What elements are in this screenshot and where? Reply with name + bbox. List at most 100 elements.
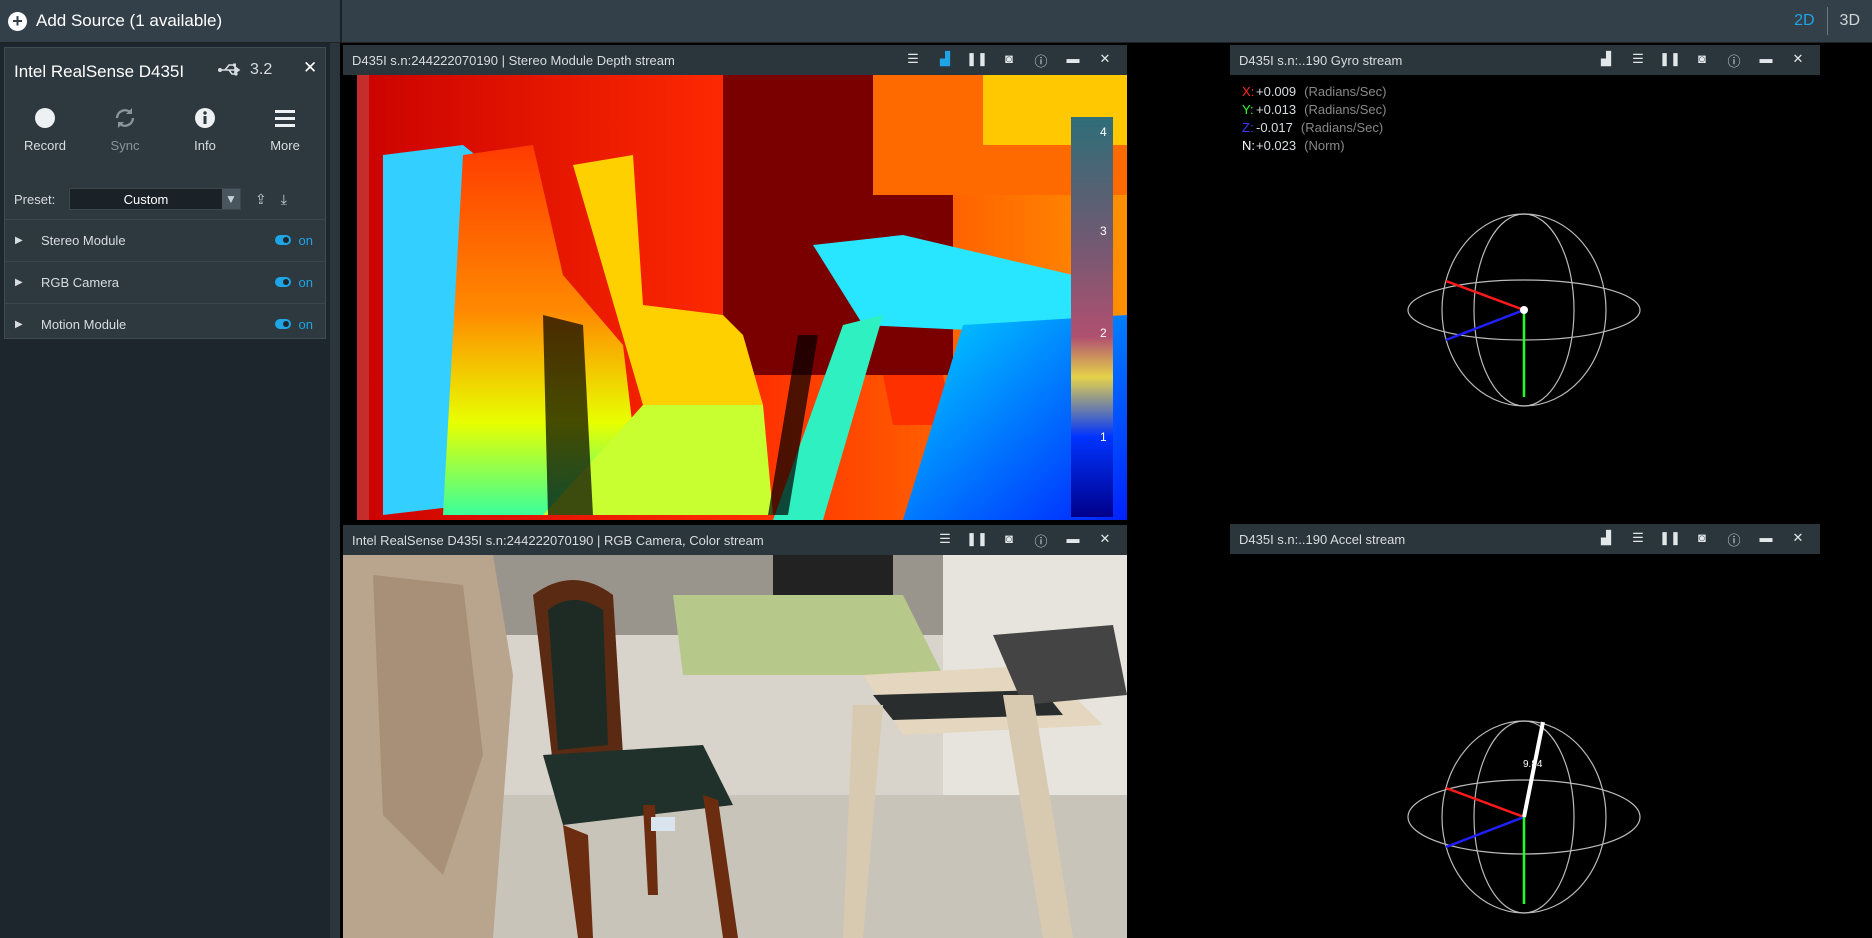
info-icon[interactable]: ⓘ — [1025, 51, 1057, 70]
stream-title: Intel RealSense D435I s.n:244222070190 |… — [352, 532, 764, 548]
device-panel: Intel RealSense D435I 3.2 ✕ Record Sync … — [4, 47, 326, 339]
add-source-label: Add Source (1 available) — [36, 11, 223, 30]
stream-header: D435I s.n:244222070190 | Stereo Module D… — [343, 45, 1127, 75]
expand-arrow-icon[interactable]: ▶ — [15, 319, 41, 330]
expand-arrow-icon[interactable]: ▶ — [15, 277, 41, 288]
stream-header: Intel RealSense D435I s.n:244222070190 |… — [343, 525, 1127, 555]
checklist-icon[interactable]: ☰ — [929, 531, 961, 550]
record-label: Record — [24, 138, 66, 153]
gyro-stream-panel: D435I s.n:..190 Gyro stream ▟ ☰ ❚❚ ◙ ⓘ ▬… — [1230, 45, 1820, 520]
toggle-switch[interactable] — [274, 235, 291, 245]
stream-header: D435I s.n:..190 Accel stream ▟ ☰ ❚❚ ◙ ⓘ … — [1230, 524, 1820, 554]
pause-icon[interactable]: ❚❚ — [961, 51, 993, 70]
depth-stream-panel: D435I s.n:244222070190 | Stereo Module D… — [343, 45, 1127, 520]
chevron-down-icon: ▼ — [222, 189, 240, 209]
pause-icon[interactable]: ❚❚ — [1654, 51, 1686, 70]
view-3d-button[interactable]: 3D — [1828, 12, 1872, 30]
toggle-switch[interactable] — [274, 319, 291, 329]
toggle-state: on — [298, 316, 313, 332]
color-image — [343, 555, 1127, 938]
stream-title: D435I s.n:..190 Accel stream — [1239, 531, 1406, 547]
preset-label: Preset: — [14, 191, 56, 207]
close-device-button[interactable]: ✕ — [303, 58, 317, 78]
view-2d-button[interactable]: 2D — [1782, 12, 1826, 30]
close-icon[interactable]: ✕ — [1782, 530, 1814, 549]
view-toggle: 2D 3D — [1782, 0, 1872, 42]
checklist-icon[interactable]: ☰ — [1622, 530, 1654, 549]
toggle-switch[interactable] — [274, 277, 291, 287]
module-name: Motion Module — [41, 316, 127, 332]
record-icon — [35, 108, 55, 128]
accel-norm-label: 9.84 — [1523, 759, 1543, 770]
info-icon[interactable]: ⓘ — [1025, 531, 1057, 550]
toggle-state: on — [298, 232, 313, 248]
preset-select[interactable]: Custom ▼ — [69, 188, 241, 210]
stream-title: D435I s.n:244222070190 | Stereo Module D… — [352, 52, 675, 68]
upload-icon[interactable]: ⇪ — [255, 191, 267, 208]
maximize-icon[interactable]: ▬ — [1057, 531, 1089, 550]
maximize-icon[interactable]: ▬ — [1750, 51, 1782, 70]
gyro-orientation-sphere — [1407, 213, 1641, 407]
sync-icon — [115, 108, 135, 128]
preset-row: Preset: Custom ▼ ⇪ ⤓ — [14, 188, 319, 210]
chart-icon[interactable]: ▟ — [1590, 51, 1622, 70]
download-icon[interactable]: ⤓ — [281, 191, 287, 208]
checklist-icon[interactable]: ☰ — [1622, 51, 1654, 70]
sidebar-splitter[interactable] — [330, 43, 340, 938]
usb-badge: 3.2 — [218, 61, 272, 79]
module-rgb[interactable]: ▶ RGB Camera on — [5, 261, 325, 302]
camera-icon[interactable]: ◙ — [993, 531, 1025, 550]
more-button[interactable]: More — [245, 104, 325, 153]
accel-view: 9.84 — [1230, 554, 1820, 938]
module-motion[interactable]: ▶ Motion Module on — [5, 303, 325, 344]
module-stereo[interactable]: ▶ Stereo Module on — [5, 219, 325, 260]
maximize-icon[interactable]: ▬ — [1057, 51, 1089, 70]
checklist-icon[interactable]: ☰ — [897, 51, 929, 70]
camera-icon[interactable]: ◙ — [1686, 51, 1718, 70]
info-label: Info — [194, 138, 216, 153]
expand-arrow-icon[interactable]: ▶ — [15, 235, 41, 246]
pause-icon[interactable]: ❚❚ — [1654, 530, 1686, 549]
stream-title: D435I s.n:..190 Gyro stream — [1239, 52, 1403, 68]
accel-orientation-sphere: 9.84 — [1407, 720, 1641, 914]
camera-icon[interactable]: ◙ — [1686, 530, 1718, 549]
record-button[interactable]: Record — [5, 104, 85, 153]
depth-image: 4 3 2 1 0 — [343, 75, 1127, 520]
preset-value: Custom — [123, 191, 169, 207]
gyro-view: X: +0.009 (Radians/Sec) Y: +0.013 (Radians/S… — [1230, 75, 1820, 520]
colorbar-tick: 1 — [1100, 430, 1107, 444]
sidebar: Intel RealSense D435I 3.2 ✕ Record Sync … — [0, 43, 330, 938]
pause-icon[interactable]: ❚❚ — [961, 531, 993, 550]
plus-icon: + — [8, 11, 27, 31]
usb-version: 3.2 — [250, 61, 273, 78]
close-icon[interactable]: ✕ — [1089, 531, 1121, 550]
info-icon — [195, 108, 215, 128]
camera-icon[interactable]: ◙ — [993, 51, 1025, 70]
info-button[interactable]: Info — [165, 104, 245, 153]
module-name: RGB Camera — [41, 274, 120, 290]
add-source-button[interactable]: + Add Source (1 available) — [0, 0, 342, 42]
colorbar-tick: 3 — [1100, 224, 1107, 238]
info-icon[interactable]: ⓘ — [1718, 530, 1750, 549]
module-name: Stereo Module — [41, 232, 126, 248]
close-icon[interactable]: ✕ — [1782, 51, 1814, 70]
chart-icon[interactable]: ▟ — [1590, 530, 1622, 549]
chart-icon[interactable]: ▟ — [929, 51, 961, 70]
colorbar-tick: 4 — [1100, 125, 1107, 139]
camera-frame — [343, 555, 1127, 938]
maximize-icon[interactable]: ▬ — [1750, 530, 1782, 549]
stream-header: D435I s.n:..190 Gyro stream ▟ ☰ ❚❚ ◙ ⓘ ▬… — [1230, 45, 1820, 75]
color-stream-panel: Intel RealSense D435I s.n:244222070190 |… — [343, 525, 1127, 938]
depth-map: 4 3 2 1 0 — [343, 75, 1127, 520]
top-bar: + Add Source (1 available) 2D 3D — [0, 0, 1872, 43]
close-icon[interactable]: ✕ — [1089, 51, 1121, 70]
more-label: More — [270, 138, 300, 153]
colorbar-tick: 2 — [1100, 326, 1107, 340]
menu-icon — [275, 110, 295, 127]
sync-button[interactable]: Sync — [85, 104, 165, 153]
sync-label: Sync — [110, 138, 140, 153]
toggle-state: on — [298, 274, 313, 290]
usb-icon — [218, 63, 241, 76]
accel-stream-panel: D435I s.n:..190 Accel stream ▟ ☰ ❚❚ ◙ ⓘ … — [1230, 524, 1820, 938]
info-icon[interactable]: ⓘ — [1718, 51, 1750, 70]
